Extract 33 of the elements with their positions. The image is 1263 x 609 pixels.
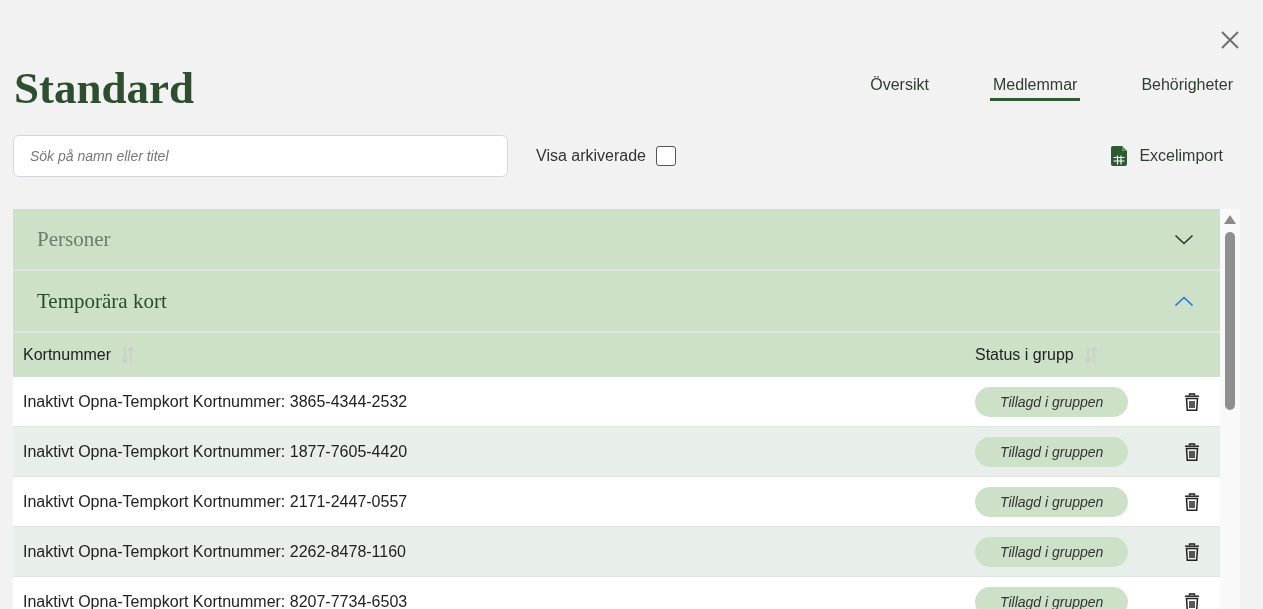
column-header[interactable]: Status i grupp — [970, 345, 1104, 365]
scrollbar[interactable] — [1220, 209, 1240, 609]
tab[interactable]: Medlemmar — [989, 75, 1081, 101]
checkbox-label: Visa arkiverade — [536, 147, 646, 165]
status-badge: Tillagd i gruppen — [975, 386, 1129, 417]
scrollbar-thumb[interactable] — [1225, 232, 1235, 410]
accordion-header[interactable]: Temporära kort — [13, 271, 1220, 333]
search-field[interactable]: Sök på namn eller titel — [13, 135, 508, 177]
column-header[interactable]: Kortnummer — [13, 345, 142, 365]
card-number-cell-text: Inaktivt Opna-Tempkort Kortnummer: 3865-4344-2532 — [22, 392, 409, 411]
card-number-cell-text: Inaktivt Opna-Tempkort Kortnummer: 1877-7605-4420 — [22, 442, 409, 461]
status-badge: Tillagd i gruppen — [975, 586, 1129, 609]
trash-icon[interactable] — [1184, 442, 1200, 461]
trash-icon[interactable] — [1184, 492, 1200, 511]
checkbox[interactable] — [656, 146, 676, 166]
status-badge: Tillagd i gruppen — [975, 486, 1129, 517]
status-badge: Tillagd i gruppen — [975, 536, 1129, 567]
tab[interactable]: Översikt — [867, 75, 932, 101]
chevron-up-icon — [1174, 295, 1194, 307]
close-icon[interactable] — [1221, 31, 1239, 49]
status-badge: Tillagd i gruppen — [975, 436, 1129, 467]
import-button[interactable]: Excelimport — [1111, 146, 1223, 166]
scroll-up-arrow-icon[interactable] — [1224, 215, 1236, 224]
card-number-cell-text: Inaktivt Opna-Tempkort Kortnummer: 2262-8478-1160 — [22, 542, 407, 561]
card-number-cell-text: Inaktivt Opna-Tempkort Kortnummer: 8207-7734-6503 — [22, 592, 409, 609]
trash-icon[interactable] — [1184, 592, 1200, 609]
card-number-cell-text: Inaktivt Opna-Tempkort Kortnummer: 2171-2447-0557 — [22, 492, 409, 511]
page-title: Standard — [14, 63, 195, 113]
spreadsheet-file-icon — [1111, 146, 1128, 166]
chevron-down-icon — [1174, 233, 1194, 245]
trash-icon[interactable] — [1184, 392, 1200, 411]
trash-icon[interactable] — [1184, 542, 1200, 561]
tab[interactable]: Behörigheter — [1138, 75, 1236, 101]
